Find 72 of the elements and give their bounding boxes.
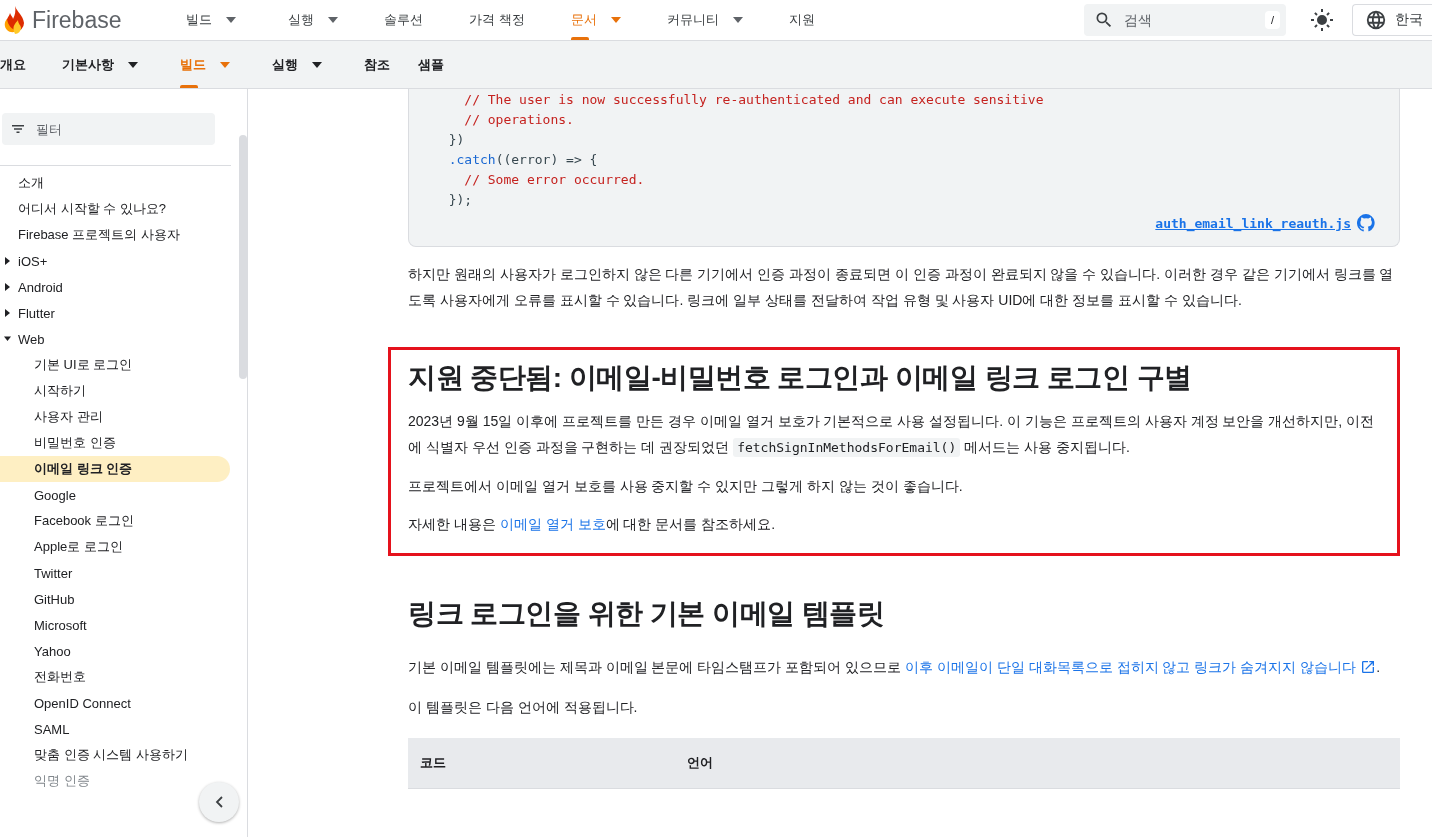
text-link[interactable]: 이후 이메일이 단일 대화목록으로 접히지 않고 링크가 숨겨지지 않습니다 [905, 659, 1357, 675]
filter-icon [12, 125, 24, 133]
nav-tab[interactable]: 빌드 [186, 0, 236, 40]
text-link[interactable]: 이메일 열거 보호 [499, 516, 606, 532]
sidebar-item[interactable]: Facebook 로그인 [0, 508, 142, 534]
search-bar[interactable]: 검색 / [1084, 4, 1286, 36]
sidebar-item[interactable]: Firebase 프로젝트의 사용자 [0, 222, 188, 248]
nav-tab[interactable]: 실행 [288, 0, 338, 40]
sidebar-item[interactable]: 이메일 링크 인증 [0, 456, 230, 482]
section-heading: 지원 중단됨: 이메일-비밀번호 로그인과 이메일 링크 로그인 구별 [408, 361, 1193, 395]
sidebar-item[interactable]: 맞춤 인증 시스템 사용하기 [0, 742, 196, 768]
sidebar-item[interactable]: Twitter [0, 560, 81, 586]
expanded-triangle-icon [4, 335, 11, 343]
sidebar-item[interactable]: OpenID Connect [0, 690, 139, 716]
sidebar-item[interactable]: Google [0, 482, 84, 508]
code-line: // operations. [463, 111, 575, 129]
sidebar-item[interactable]: 어디서 시작할 수 있나요? [0, 196, 175, 222]
subnav-tab[interactable]: 실행 [272, 41, 322, 88]
sidebar-item[interactable]: GitHub [0, 586, 83, 612]
chevron-left-icon [215, 796, 223, 808]
body-paragraph: 기본 이메일 템플릿에는 제목과 이메일 본문에 타임스탬프가 포함되어 있으므로 이후 이메일이 단일 대화목록으로 접히지 않고 링크가 숨겨지지 않습니다 . [408, 658, 1382, 677]
column-header: 언어 [675, 738, 1400, 789]
column-header: 코드 [408, 738, 675, 789]
code-line: }) [447, 131, 466, 149]
subnav-tab[interactable]: 참조 [364, 41, 390, 88]
nav-tab[interactable]: 솔루션 [384, 0, 423, 40]
sidebar-item[interactable]: iOS+ [0, 248, 56, 274]
sidebar-item[interactable]: Web [0, 326, 53, 352]
nav-tab[interactable]: 가격 책정 [469, 0, 525, 40]
search-icon [1094, 10, 1114, 30]
sidebar-item[interactable]: Flutter [0, 300, 63, 326]
sidebar-item[interactable]: 전화번호 [0, 664, 94, 690]
collapsed-triangle-icon [4, 257, 11, 265]
collapsed-triangle-icon [4, 283, 11, 291]
sidebar-item[interactable]: Yahoo [0, 638, 79, 664]
sidebar-item[interactable]: 기본 UI로 로그인 [0, 352, 141, 378]
sidebar-item[interactable]: Android [0, 274, 71, 300]
sidebar-item[interactable]: 비밀번호 인증 [0, 430, 124, 456]
nav-tab[interactable]: 지원 [788, 0, 815, 40]
body-paragraph: 자세한 내용은 이메일 열거 보호에 대한 문서를 참조하세요. [408, 515, 777, 534]
sidebar-item[interactable]: 소개 [0, 170, 52, 196]
code-line: .catch((error) => { [447, 151, 599, 169]
search-input[interactable]: 검색 [1122, 11, 1257, 29]
nav-tab[interactable]: 커뮤니티 [666, 0, 743, 40]
body-paragraph: 프로젝트에서 이메일 열거 보호를 사용 중지할 수 있지만 그렇게 하지 않는 것이 좋습니다. [408, 477, 964, 496]
github-icon[interactable] [1357, 214, 1375, 232]
sun-icon[interactable] [1310, 8, 1334, 32]
collapsed-triangle-icon [4, 309, 11, 317]
code-line: // Some error occurred. [463, 171, 646, 189]
language-button[interactable]: 한국 [1352, 4, 1432, 36]
globe-icon [1365, 9, 1387, 31]
subnav-tab[interactable]: 개요 [0, 41, 26, 88]
code-line: }); [447, 191, 474, 209]
scrollbar[interactable] [239, 135, 247, 379]
filter-bar[interactable]: 필터 [2, 113, 215, 145]
subnav-tab[interactable]: 샘플 [418, 41, 444, 88]
sidebar-item[interactable]: Microsoft [0, 612, 95, 638]
source-file-link[interactable]: auth_email_link_reauth.js [1155, 215, 1351, 231]
body-paragraph: 하지만 원래의 사용자가 로그인하지 않은 다른 기기에서 인증 과정이 종료되면 이 인증 과정이 완료되지 않을 수 있습니다. 이러한 경우 같은 기기에서 링크를 열도록 사용자에게 오류를 표시할 수 있습니다. 링크에 일부 상태를 전달하여 작업 유형 및 사용자 UID에 대한 정보를 표시할 수 있습니다. [408, 265, 1395, 310]
sidebar-item[interactable]: Apple로 로그인 [0, 534, 131, 560]
body-paragraph: 이 템플릿은 다음 언어에 적용됩니다. [408, 698, 639, 717]
sidebar-item[interactable]: 시작하기 [0, 378, 94, 404]
sidebar-item[interactable]: 익명 인증 [0, 768, 98, 794]
shortcut-key: / [1264, 11, 1280, 29]
filter-input[interactable]: 필터 [34, 120, 178, 138]
body-paragraph: 2023년 9월 15일 이후에 프로젝트를 만든 경우 이메일 열거 보호가 기본적으로 사용 설정됩니다. 이 기능은 프로젝트의 사용자 계정 보안을 개선하지만, 이전에 식별자 우선 인증 과정을 구현하는 데 권장되었던 fetchSignInMethodsForEmail() 메서드는 사용 중지됩니다. [408, 412, 1376, 459]
sidebar-item[interactable]: 사용자 관리 [0, 404, 111, 430]
subnav-tab[interactable]: 기본사항 [62, 41, 138, 88]
sidebar-item[interactable]: SAML [0, 716, 78, 742]
logo-text: Firebase [32, 6, 122, 34]
section-heading: 링크 로그인을 위한 기본 이메일 템플릿 [408, 597, 886, 631]
code-line: // The user is now successfully re-authenticated and can execute sensitive [463, 91, 1045, 109]
